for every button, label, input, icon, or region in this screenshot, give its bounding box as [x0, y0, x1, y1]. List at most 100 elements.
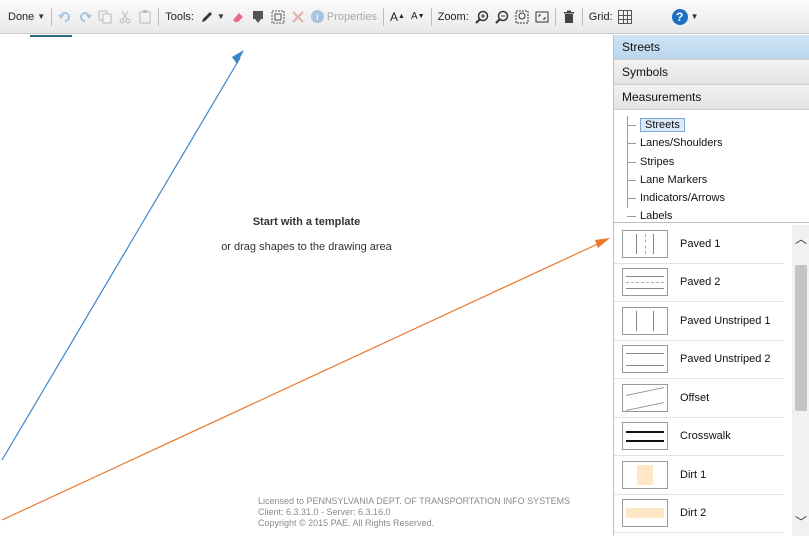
shape-crosswalk[interactable]: Crosswalk	[614, 418, 784, 456]
copy-icon	[98, 10, 112, 23]
zoom-in-button[interactable]	[475, 7, 489, 27]
shape-paved-unstriped-2[interactable]: Paved Unstriped 2	[614, 341, 784, 379]
shape-thumbnail	[622, 306, 668, 335]
tree-item-lanes-shoulders[interactable]: Lanes/Shoulders	[614, 134, 809, 152]
font-decrease-label: A	[410, 11, 418, 22]
font-increase-label: A	[390, 9, 399, 24]
shape-dirt-1[interactable]: Dirt 1	[614, 456, 784, 495]
tree-item-lane-markers[interactable]: Lane Markers	[614, 171, 809, 189]
pencil-icon	[201, 11, 212, 22]
shape-label: Crosswalk	[680, 430, 731, 443]
shape-label: Dirt 1	[680, 468, 707, 481]
tree-item-label: Labels	[640, 210, 673, 223]
tools-label: Tools:	[165, 10, 194, 23]
zoom-control: Zoom:	[438, 7, 469, 27]
toolbar-divider	[430, 7, 432, 26]
category-measurements[interactable]: Measurements	[614, 85, 809, 110]
done-label: Done	[8, 10, 35, 23]
zoom-out-button[interactable]	[495, 7, 509, 27]
paste-button[interactable]	[138, 7, 152, 27]
delete-button[interactable]	[291, 7, 305, 27]
zoom-in-icon	[475, 10, 489, 24]
fullscreen-icon	[535, 11, 549, 22]
font-increase-button[interactable]: A ▲	[390, 7, 405, 27]
grid-toggle[interactable]: Grid:	[589, 7, 632, 27]
send-to-back-button[interactable]	[251, 7, 265, 27]
tree-item-label: Lane Markers	[640, 173, 708, 186]
zoom-fit-button[interactable]	[515, 7, 529, 27]
trash-button[interactable]	[562, 7, 576, 27]
shape-thumbnail	[622, 422, 668, 451]
chevron-down-icon[interactable]: ﹀	[792, 514, 809, 530]
eraser-button[interactable]	[231, 7, 245, 27]
close-icon	[292, 10, 304, 23]
tree-item-label: Indicators/Arrows	[640, 192, 725, 205]
fullscreen-button[interactable]	[535, 7, 549, 27]
shape-list-scrollbar[interactable]: ︿ ﹀	[792, 225, 809, 536]
properties-button[interactable]: i Properties	[310, 7, 378, 27]
undo-icon	[58, 11, 71, 22]
copyright-line: Copyright © 2015 PAE. All Rights Reserve…	[258, 518, 435, 528]
shape-thumbnail	[622, 268, 668, 297]
version-line: Client: 6.3.31.0 - Server: 6.3.16.0	[258, 507, 391, 517]
help-menu-button[interactable]: ? ▼	[671, 7, 699, 27]
info-icon: i	[310, 10, 324, 23]
toolbar-divider	[554, 7, 556, 26]
trash-icon	[563, 10, 574, 23]
grid-label: Grid:	[588, 10, 613, 23]
clipboard-icon	[139, 9, 151, 23]
scrollbar-thumb[interactable]	[795, 265, 807, 411]
grid-icon	[617, 9, 632, 24]
shape-thumbnail	[622, 345, 668, 374]
group-icon	[271, 10, 285, 23]
shape-label: Offset	[680, 391, 710, 404]
tools-menu[interactable]: Tools:	[165, 7, 194, 27]
shape-list: Paved 1 Paved 2 Paved Unstriped 1 Paved …	[614, 225, 809, 536]
tree-item-streets[interactable]: Streets	[614, 116, 809, 134]
start-title: Start with a template	[252, 216, 361, 228]
shape-label: Paved 2	[680, 276, 721, 289]
shape-paved-unstriped-1[interactable]: Paved Unstriped 1	[614, 302, 784, 341]
tree-item-indicators-arrows[interactable]: Indicators/Arrows	[614, 189, 809, 207]
group-button[interactable]	[271, 7, 285, 27]
category-streets[interactable]: Streets	[614, 35, 809, 60]
pencil-tool-button[interactable]: ▼	[200, 7, 225, 27]
zoom-fit-icon	[515, 10, 529, 23]
license-line: Licensed to PENNSYLVANIA DEPT. OF TRANSP…	[258, 496, 571, 506]
triangle-down-icon: ▼	[417, 13, 425, 20]
properties-label: Properties	[326, 10, 378, 23]
undo-button[interactable]	[58, 7, 72, 27]
tree-item-labels[interactable]: Labels	[614, 207, 809, 225]
shape-thumbnail	[622, 460, 668, 489]
shape-dirt-2[interactable]: Dirt 2	[614, 495, 784, 533]
redo-button[interactable]	[78, 7, 93, 27]
tree-item-label: Stripes	[640, 155, 675, 168]
font-decrease-button[interactable]: A ▼	[411, 7, 425, 27]
arrange-icon	[252, 10, 263, 23]
shape-offset[interactable]: Offset	[614, 379, 784, 418]
toolbar-divider	[158, 7, 160, 26]
toolbar: Done ▼ Tools: ▼ i Properties A ▲ A ▼ Zoo…	[0, 0, 809, 34]
shape-label: Paved 1	[680, 237, 721, 250]
chevron-up-icon[interactable]: ︿	[792, 231, 809, 247]
zoom-out-icon	[495, 10, 509, 24]
toolbar-divider	[51, 7, 53, 26]
chevron-down-icon: ▼	[37, 12, 46, 21]
category-symbols[interactable]: Symbols	[614, 60, 809, 85]
shape-paved-1[interactable]: Paved 1	[614, 225, 784, 264]
shape-paved-2[interactable]: Paved 2	[614, 264, 784, 302]
tree-item-stripes[interactable]: Stripes	[614, 153, 809, 171]
logo-fragment	[30, 35, 200, 41]
license-text: Licensed to PENNSYLVANIA DEPT. OF TRANSP…	[258, 496, 570, 529]
triangle-up-icon: ▲	[398, 13, 405, 20]
cut-button[interactable]	[118, 7, 132, 27]
shape-label: Paved Unstriped 2	[680, 353, 771, 366]
scissors-icon	[119, 10, 131, 23]
done-menu-button[interactable]: Done ▼	[8, 7, 45, 27]
copy-button[interactable]	[98, 7, 112, 27]
shape-label: Paved Unstriped 1	[680, 314, 771, 327]
toolbar-divider	[581, 7, 583, 26]
drawing-area[interactable]	[0, 35, 613, 536]
start-subtitle: or drag shapes to the drawing area	[221, 241, 392, 253]
shape-label: Dirt 2	[680, 507, 707, 520]
